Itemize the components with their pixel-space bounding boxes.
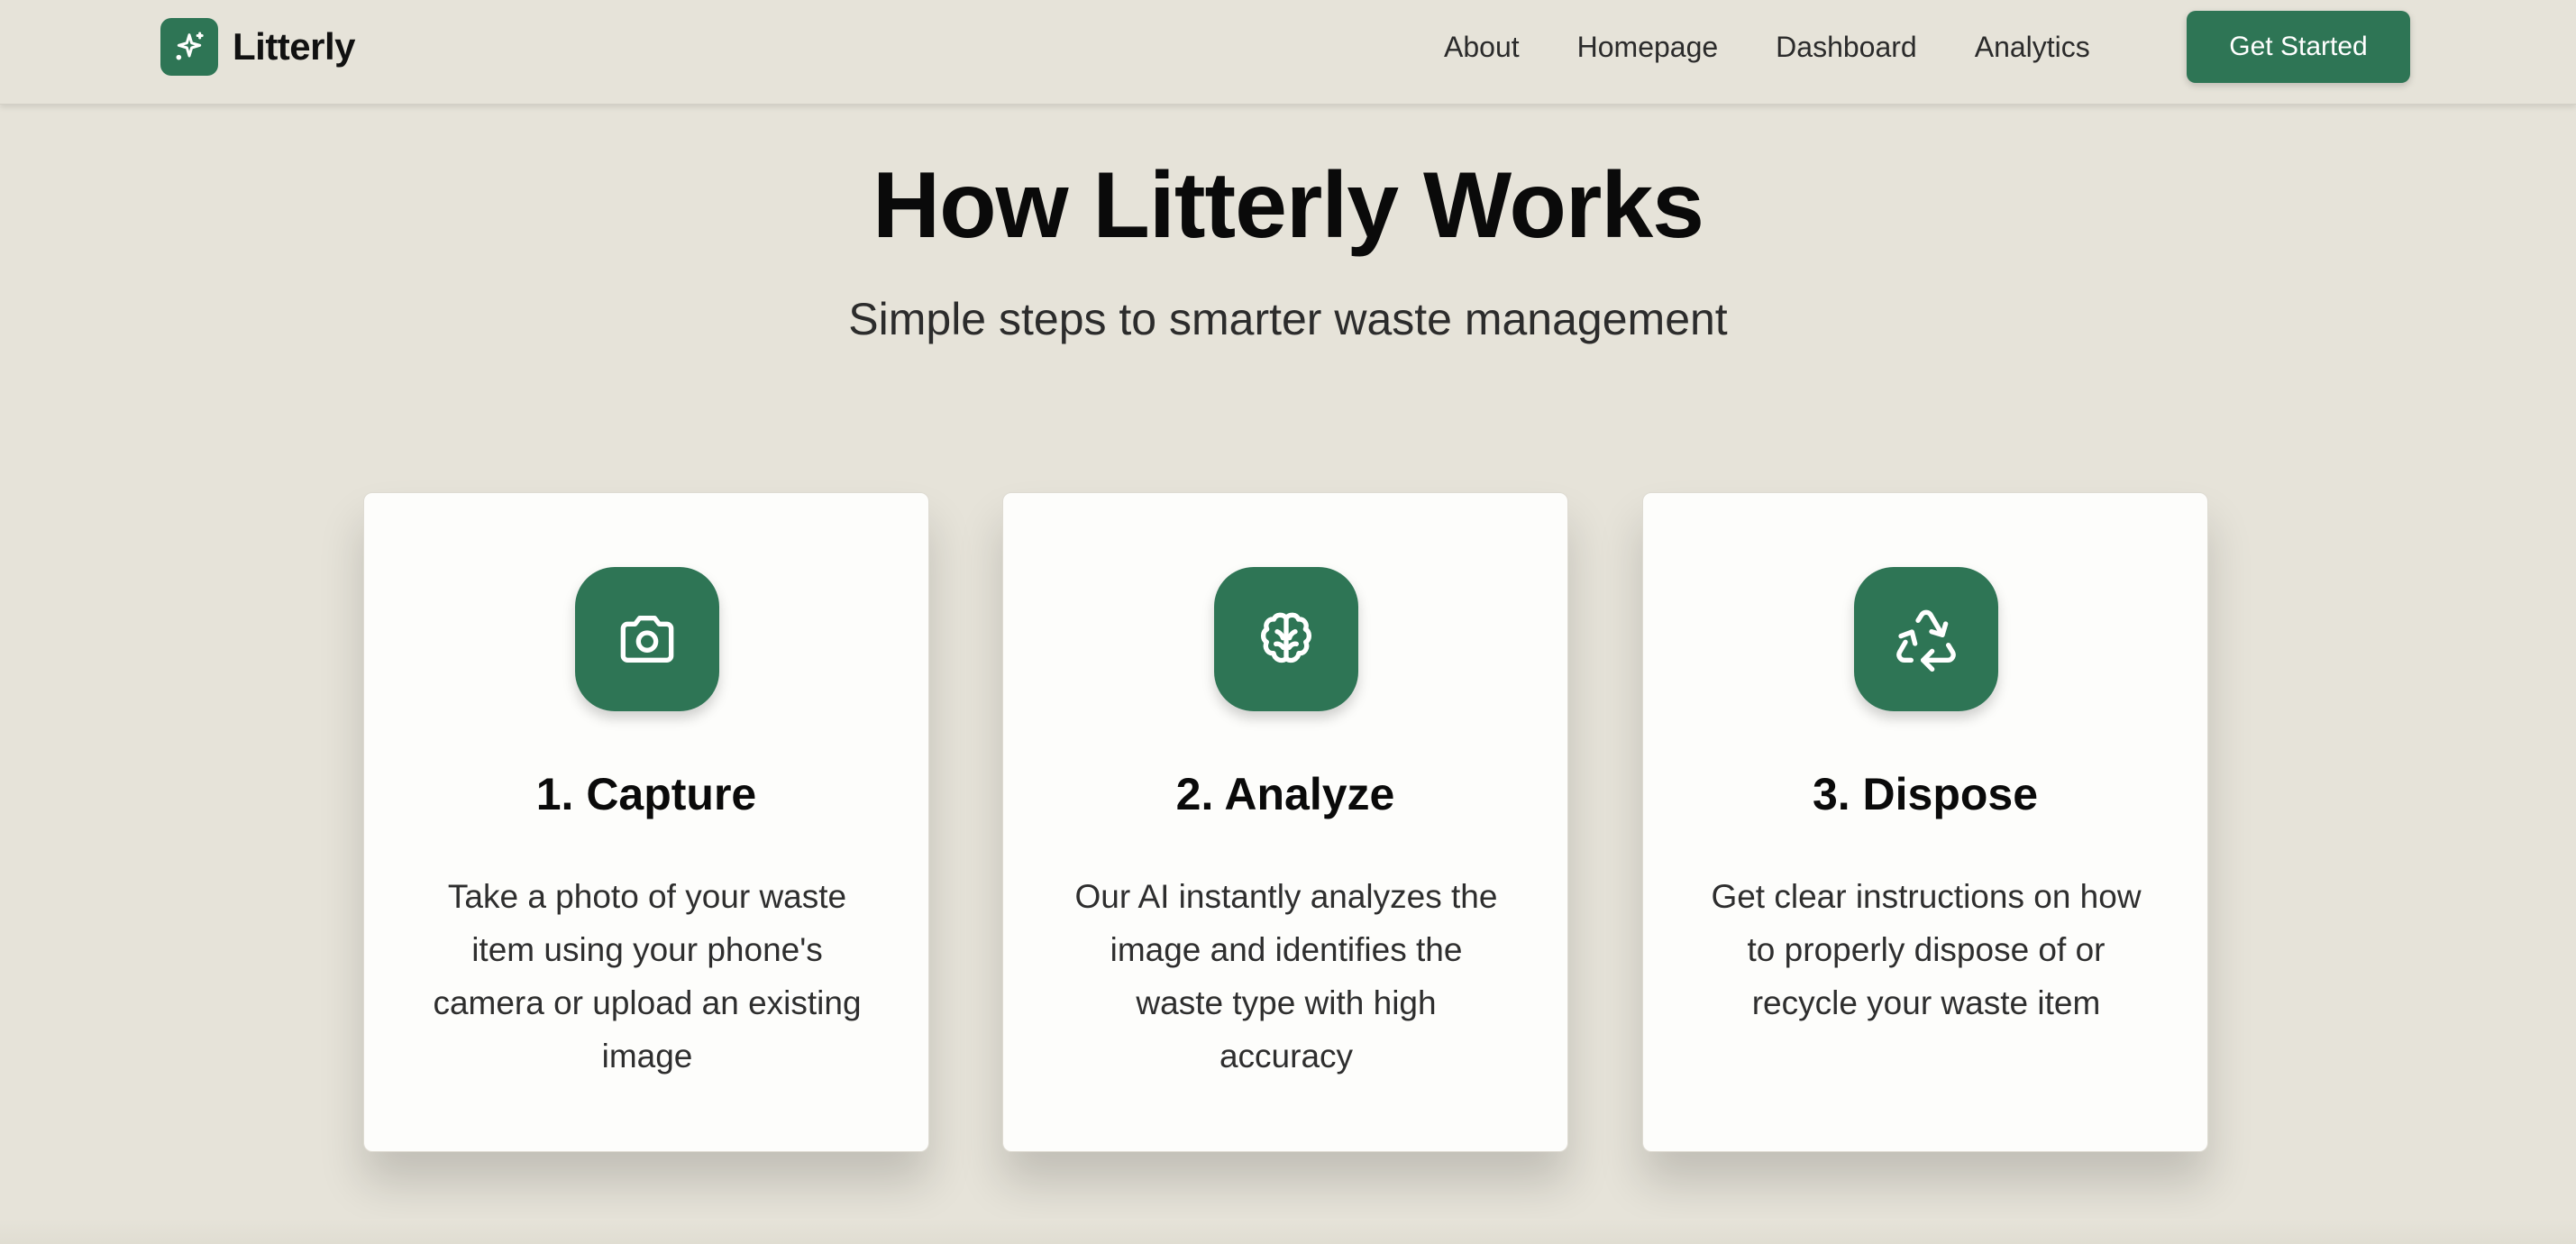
step-card-capture: 1. Capture Take a photo of your waste it…: [363, 492, 929, 1152]
nav-link-dashboard[interactable]: Dashboard: [1776, 31, 1917, 64]
recycle-icon: [1854, 567, 1998, 711]
brand-home-link[interactable]: Litterly: [160, 18, 356, 76]
get-started-button[interactable]: Get Started: [2187, 11, 2410, 83]
step-description: Take a photo of your waste item using yo…: [433, 878, 862, 1075]
step-title: 2. Analyze: [1175, 769, 1395, 819]
page-title: How Litterly Works: [872, 153, 1704, 258]
step-title: 3. Dispose: [1812, 769, 2039, 819]
camera-icon: [575, 567, 719, 711]
brand-name: Litterly: [233, 25, 356, 68]
main-nav: About Homepage Dashboard Analytics: [1444, 0, 2090, 94]
step-card-dispose: 3. Dispose Get clear instructions on how…: [1642, 492, 2208, 1152]
page-subtitle: Simple steps to smarter waste management: [848, 294, 1728, 344]
sparkles-icon: [160, 18, 218, 76]
brain-icon: [1214, 567, 1358, 711]
top-navbar: Litterly About Homepage Dashboard Analyt…: [0, 0, 2576, 105]
next-section-edge: [0, 1219, 2576, 1244]
step-card-analyze: 2. Analyze Our AI instantly analyzes the…: [1002, 492, 1568, 1152]
nav-link-homepage[interactable]: Homepage: [1577, 31, 1719, 64]
nav-link-analytics[interactable]: Analytics: [1975, 31, 2090, 64]
step-description: Our AI instantly analyzes the image and …: [1074, 878, 1498, 1075]
step-description: Get clear instructions on how to properl…: [1711, 878, 2142, 1021]
step-title: 1. Capture: [535, 769, 757, 819]
nav-link-about[interactable]: About: [1444, 31, 1520, 64]
